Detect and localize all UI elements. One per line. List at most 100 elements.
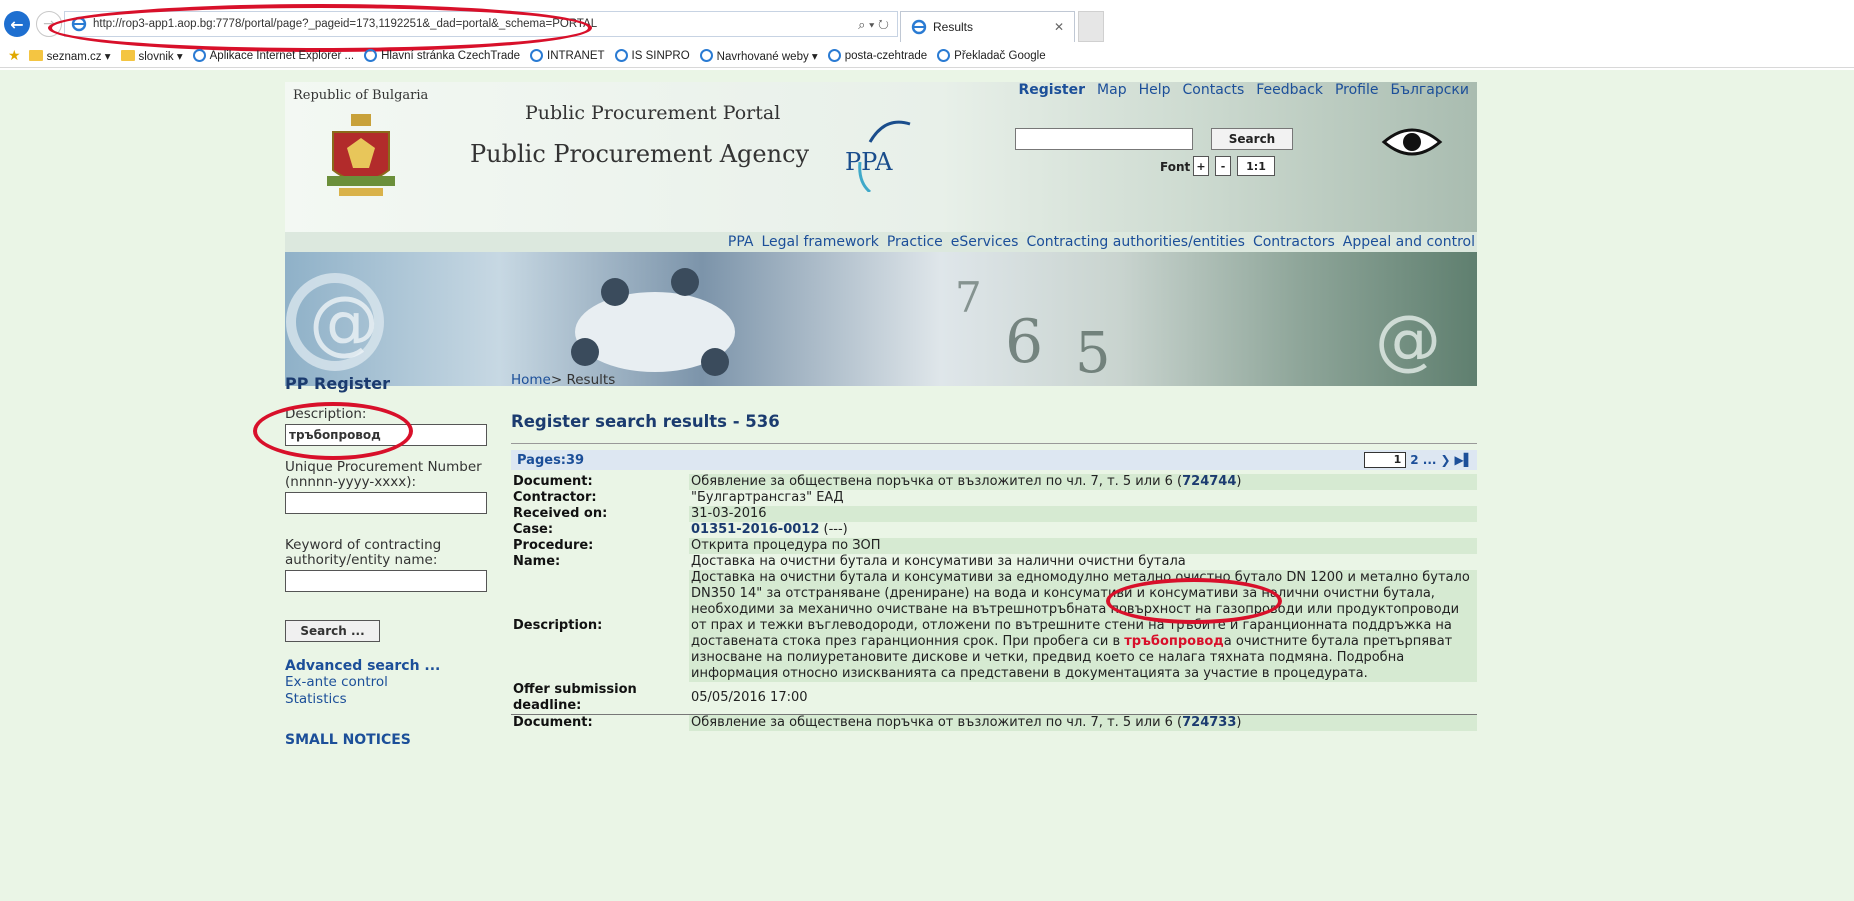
pp-register-title: PP Register: [285, 374, 391, 393]
ie-icon: [71, 16, 87, 32]
favorite-item[interactable]: INTRANET: [530, 49, 605, 62]
link-bulgarian[interactable]: Български: [1390, 82, 1469, 98]
arrow-left-icon: ←: [10, 14, 24, 34]
favorite-item[interactable]: slovnik ▾: [120, 49, 183, 63]
link-contacts[interactable]: Contacts: [1183, 82, 1245, 98]
nav-ppa[interactable]: PPA: [728, 232, 754, 252]
nav-legal-framework[interactable]: Legal framework: [761, 232, 878, 252]
nav-appeal-control[interactable]: Appeal and control: [1343, 232, 1475, 252]
received-label: Received on:: [513, 506, 608, 521]
address-tools[interactable]: ⌕ ▾ ↻: [858, 17, 889, 33]
coat-of-arms-icon: [327, 114, 395, 196]
svg-text:6: 6: [1005, 307, 1043, 377]
site-container: Republic of Bulgaria Public Procurement …: [253, 82, 1477, 748]
address-bar[interactable]: http://rop3-app1.aop.bg:7778/portal/page…: [64, 11, 898, 37]
svg-text:7: 7: [955, 273, 982, 322]
case-link[interactable]: 01351-2016-0012: [691, 522, 819, 537]
site-nav: PPA Legal framework Practice eServices C…: [285, 232, 1477, 252]
statistics-link[interactable]: Statistics: [285, 691, 495, 708]
document-value: Обявление за обществена поръчка от възло…: [689, 714, 1477, 731]
ie-icon: [364, 49, 378, 62]
favorite-item[interactable]: Hlavní stránka CzechTrade: [364, 49, 520, 62]
font-decrease-button[interactable]: -: [1215, 156, 1231, 176]
document-link[interactable]: 724733: [1182, 715, 1236, 730]
received-value: 31-03-2016: [689, 506, 1477, 522]
site-search-input[interactable]: [1015, 128, 1193, 150]
upn-label: Unique Procurement Number (nnnnn-yyyy-xx…: [285, 459, 482, 490]
favorite-item[interactable]: Navrhované weby ▾: [699, 49, 818, 63]
left-panel: PP Register Description: тръбопровод Uni…: [253, 372, 495, 748]
name-value: Доставка на очистни бутала и консумативи…: [689, 554, 1477, 570]
site-search-button[interactable]: Search: [1211, 128, 1293, 150]
nav-eservices[interactable]: eServices: [951, 232, 1019, 252]
keyword-field[interactable]: [285, 570, 487, 592]
result-record: Document: Обявление за обществена поръчк…: [511, 474, 1477, 731]
procedure-value: Открита процедура по ЗОП: [689, 538, 1477, 554]
pager-more-link[interactable]: 2 ...: [1410, 453, 1436, 467]
link-help[interactable]: Help: [1139, 82, 1171, 98]
ie-icon: [937, 49, 951, 62]
forward-button[interactable]: →: [36, 11, 62, 37]
page-number-input[interactable]: 1: [1364, 452, 1407, 468]
font-label: Font: [1160, 160, 1191, 174]
description-label: Description:: [513, 618, 603, 633]
search-button[interactable]: Search ...: [285, 620, 380, 642]
new-tab-button[interactable]: [1078, 11, 1104, 42]
breadcrumb-home[interactable]: Home: [511, 372, 551, 388]
divider: [511, 443, 1477, 444]
keyword-label: Keyword of contracting authority/entity …: [285, 537, 442, 568]
description-value: Доставка на очистни бутала и консумативи…: [689, 570, 1477, 682]
case-label: Case:: [513, 522, 554, 537]
tab-title: Results: [933, 20, 974, 34]
ex-ante-control-link[interactable]: Ex-ante control: [285, 674, 495, 691]
font-reset-button[interactable]: 1:1: [1237, 156, 1275, 176]
tab-results[interactable]: Results ✕: [900, 11, 1075, 42]
case-value: 01351-2016-0012 (---): [689, 522, 1477, 538]
upn-field[interactable]: [285, 492, 487, 514]
link-profile[interactable]: Profile: [1335, 82, 1379, 98]
document-value: Обявление за обществена поръчка от възло…: [689, 474, 1477, 490]
document-link[interactable]: 724744: [1182, 474, 1236, 489]
next-page-icon[interactable]: ❯: [1440, 453, 1450, 467]
link-map[interactable]: Map: [1097, 82, 1127, 98]
advanced-search-link[interactable]: Advanced search ...: [285, 658, 495, 674]
portal-title: Public Procurement Portal: [525, 102, 781, 124]
svg-text:@: @: [309, 281, 379, 363]
folder-icon: [28, 50, 43, 61]
ie-icon: [827, 49, 841, 62]
favorite-item[interactable]: seznam.cz ▾: [28, 49, 111, 63]
nav-contractors[interactable]: Contractors: [1253, 232, 1335, 252]
favorite-item[interactable]: Překladač Google: [937, 49, 1046, 62]
eye-icon[interactable]: [1380, 122, 1444, 162]
link-feedback[interactable]: Feedback: [1256, 82, 1323, 98]
deadline-label: Offer submission deadline:: [513, 682, 637, 713]
link-register[interactable]: Register: [1019, 82, 1086, 98]
favorite-item[interactable]: posta-czehtrade: [827, 49, 927, 62]
last-page-icon[interactable]: ▶▌: [1455, 453, 1473, 467]
pages-row: Pages:39 1 2 ... ❯ ▶▌: [511, 450, 1477, 470]
url-text: http://rop3-app1.aop.bg:7778/portal/page…: [93, 18, 598, 30]
republic-label: Republic of Bulgaria: [293, 88, 429, 103]
font-increase-button[interactable]: +: [1193, 156, 1209, 176]
description-field[interactable]: тръбопровод: [285, 424, 487, 446]
breadcrumb-current: > Results: [550, 372, 616, 388]
pager: 1 2 ... ❯ ▶▌: [1364, 452, 1473, 468]
close-icon[interactable]: ✕: [1054, 20, 1064, 34]
pages-count: Pages:39: [517, 452, 585, 468]
favorite-item[interactable]: IS SINPRO: [614, 49, 690, 62]
contractor-value: "Булгартрансгаз" ЕАД: [689, 490, 1477, 506]
favorites-bar: ★ seznam.cz ▾ slovnik ▾ Aplikace Interne…: [0, 44, 1854, 68]
nav-contracting-authorities[interactable]: Contracting authorities/entities: [1026, 232, 1245, 252]
ie-icon: [192, 49, 206, 62]
banner-graphic: @ 6 5 7 @: [286, 268, 1441, 386]
name-label: Name:: [513, 554, 561, 569]
svg-text:@: @: [1375, 301, 1441, 378]
favorite-item[interactable]: Aplikace Internet Explorer ...: [192, 49, 354, 62]
nav-practice[interactable]: Practice: [887, 232, 943, 252]
procedure-label: Procedure:: [513, 538, 594, 553]
small-notices-link[interactable]: SMALL NOTICES: [285, 732, 495, 748]
site-header: Republic of Bulgaria Public Procurement …: [285, 82, 1477, 232]
back-button[interactable]: ←: [4, 11, 30, 37]
ie-icon: [699, 49, 713, 62]
star-icon[interactable]: ★: [8, 47, 21, 64]
